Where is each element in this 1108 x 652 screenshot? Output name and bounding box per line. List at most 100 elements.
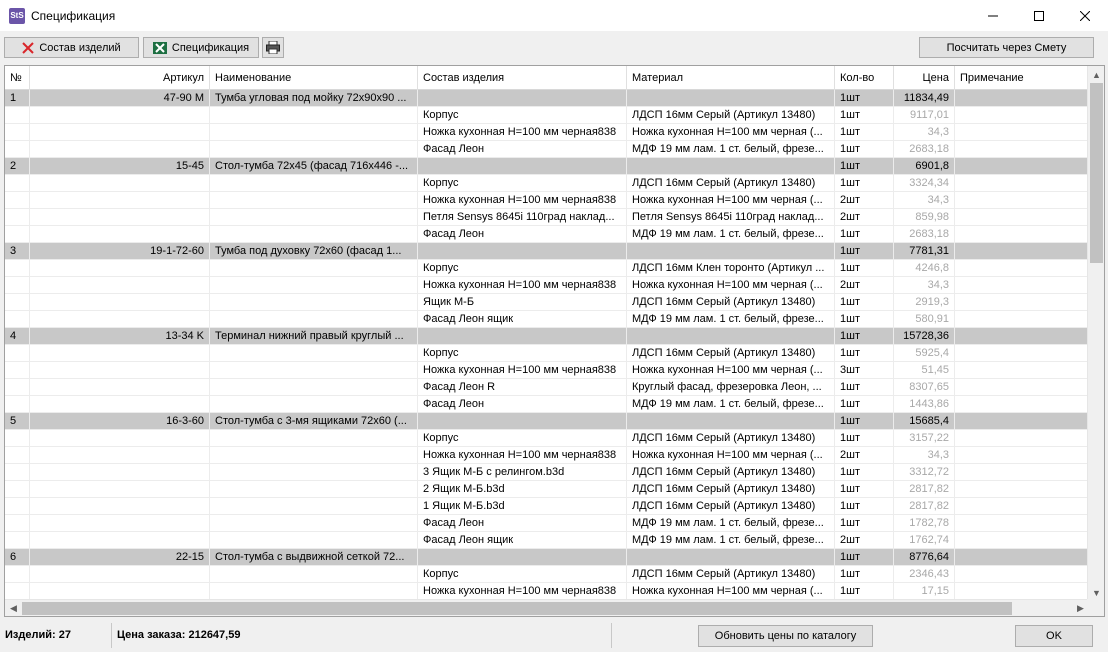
app-logo-icon: StS [9, 7, 25, 24]
minimize-button[interactable] [970, 0, 1016, 31]
cell-qty: 1шт [835, 294, 894, 310]
specification-button[interactable]: Спецификация [143, 37, 259, 58]
cell-number [5, 532, 30, 548]
component-row[interactable]: 3 Ящик М-Б с релингом.b3d ЛДСП 16мм Серый… [5, 464, 1089, 481]
ok-button[interactable]: OK [1015, 625, 1093, 647]
cell-part: Фасад Леон ящик [418, 532, 627, 548]
cell-part: 2 Ящик М-Б.b3d [418, 481, 627, 497]
cell-price: 34,3 [894, 124, 955, 140]
cell-price: 4246,8 [894, 260, 955, 276]
cell-article [30, 107, 210, 123]
status-divider [111, 623, 112, 648]
maximize-icon [1034, 10, 1044, 21]
header-col-number[interactable]: № [5, 66, 30, 90]
component-row[interactable]: Ножка кухонная H=100 мм черная838 Ножка к… [5, 362, 1089, 379]
cell-number [5, 124, 30, 140]
cell-number [5, 379, 30, 395]
component-row[interactable]: Фасад Леон ящик МДФ 19 мм лам. 1 ст. белы… [5, 311, 1089, 328]
component-row[interactable]: Корпус ЛДСП 16мм Серый (Артикул 13480) 1шт… [5, 345, 1089, 362]
header-col-article[interactable]: Артикул [30, 66, 210, 90]
cell-name [210, 515, 418, 531]
component-row[interactable]: Корпус ЛДСП 16мм Клен торонто (Артикул ..… [5, 260, 1089, 277]
header-col-material[interactable]: Материал [627, 66, 835, 90]
cell-price: 580,91 [894, 311, 955, 327]
product-row[interactable]: 2 15-45 Стол-тумба 72x45 (фасад 716x446 -.… [5, 158, 1089, 175]
cell-part: Фасад Леон [418, 396, 627, 412]
cell-article [30, 464, 210, 480]
cell-note [955, 362, 1089, 378]
table-header: № Артикул Наименование Состав изделия Матери… [5, 66, 1089, 90]
vertical-scrollbar[interactable]: ▲ ▼ [1087, 66, 1104, 601]
cell-name [210, 107, 418, 123]
maximize-button[interactable] [1016, 0, 1062, 31]
cell-qty: 1шт [835, 430, 894, 446]
component-row[interactable]: Корпус ЛДСП 16мм Серый (Артикул 13480) 1шт… [5, 107, 1089, 124]
component-row[interactable]: Ножка кухонная H=100 мм черная838 Ножка к… [5, 124, 1089, 141]
cell-number [5, 362, 30, 378]
product-row[interactable]: 4 13-34 K Терминал нижний правый круглый .… [5, 328, 1089, 345]
component-row[interactable]: 2 Ящик М-Б.b3d ЛДСП 16мм Серый (Артикул 1… [5, 481, 1089, 498]
cell-material: МДФ 19 мм лам. 1 ст. белый, фрезе... [627, 226, 835, 242]
component-row[interactable]: Ящик М-Б ЛДСП 16мм Серый (Артикул 13480) 1… [5, 294, 1089, 311]
cell-material [627, 549, 835, 565]
header-col-name[interactable]: Наименование [210, 66, 418, 90]
cell-article [30, 515, 210, 531]
component-row[interactable]: Фасад Леон ящик МДФ 19 мм лам. 1 ст. белы… [5, 532, 1089, 549]
cell-qty: 1шт [835, 226, 894, 242]
component-row[interactable]: Ножка кухонная H=100 мм черная838 Ножка к… [5, 277, 1089, 294]
component-row[interactable]: Корпус ЛДСП 16мм Серый (Артикул 13480) 1шт… [5, 566, 1089, 583]
header-col-part[interactable]: Состав изделия [418, 66, 627, 90]
cell-price: 3312,72 [894, 464, 955, 480]
component-row[interactable]: Фасад Леон МДФ 19 мм лам. 1 ст. белый, фр… [5, 226, 1089, 243]
cell-material: МДФ 19 мм лам. 1 ст. белый, фрезе... [627, 396, 835, 412]
update-prices-button[interactable]: Обновить цены по каталогу [698, 625, 873, 647]
cell-note [955, 107, 1089, 123]
product-row[interactable]: 3 19-1-72-60 Тумба под духовку 72x60 (фаса… [5, 243, 1089, 260]
component-row[interactable]: Петля Sensys 8645i 110град наклад... Петл… [5, 209, 1089, 226]
product-row[interactable]: 1 47-90 M Тумба угловая под мойку 72x90x90… [5, 90, 1089, 107]
component-row[interactable]: Фасад Леон МДФ 19 мм лам. 1 ст. белый, фр… [5, 141, 1089, 158]
close-button[interactable] [1062, 0, 1108, 31]
calc-estimate-button[interactable]: Посчитать через Смету [919, 37, 1094, 58]
delete-cross-icon [22, 41, 35, 54]
cell-material [627, 413, 835, 429]
scroll-up-arrow-icon[interactable]: ▲ [1088, 66, 1104, 83]
cell-price: 6901,8 [894, 158, 955, 174]
vertical-scroll-thumb[interactable] [1090, 83, 1103, 263]
cell-article [30, 345, 210, 361]
component-row[interactable]: 1 Ящик М-Б.b3d ЛДСП 16мм Серый (Артикул 1… [5, 498, 1089, 515]
cell-number [5, 294, 30, 310]
scroll-left-arrow-icon[interactable]: ◀ [5, 600, 22, 616]
horizontal-scrollbar[interactable]: ◀ ▶ [5, 599, 1089, 616]
component-row[interactable]: Корпус ЛДСП 16мм Серый (Артикул 13480) 1шт… [5, 175, 1089, 192]
cell-note [955, 481, 1089, 497]
cell-name: Стол-тумба с выдвижной сеткой 72... [210, 549, 418, 565]
print-button[interactable] [262, 37, 284, 58]
window-controls [970, 0, 1108, 31]
cell-price: 2817,82 [894, 498, 955, 514]
product-row[interactable]: 6 22-15 Стол-тумба с выдвижной сеткой 72..… [5, 549, 1089, 566]
cell-part: Фасад Леон [418, 515, 627, 531]
product-row[interactable]: 5 16-3-60 Стол-тумба с 3-мя ящиками 72x60 … [5, 413, 1089, 430]
component-row[interactable]: Ножка кухонная H=100 мм черная838 Ножка к… [5, 583, 1089, 600]
cell-article [30, 532, 210, 548]
cell-number [5, 209, 30, 225]
component-row[interactable]: Корпус ЛДСП 16мм Серый (Артикул 13480) 1шт… [5, 430, 1089, 447]
items-composition-button[interactable]: Состав изделий [4, 37, 139, 58]
cell-material: Ножка кухонная H=100 мм черная (... [627, 124, 835, 140]
header-col-note[interactable]: Примечание [955, 66, 1089, 90]
cell-qty: 1шт [835, 379, 894, 395]
header-col-price[interactable]: Цена [894, 66, 955, 90]
component-row[interactable]: Ножка кухонная H=100 мм черная838 Ножка к… [5, 447, 1089, 464]
cell-note [955, 464, 1089, 480]
component-row[interactable]: Ножка кухонная H=100 мм черная838 Ножка к… [5, 192, 1089, 209]
component-row[interactable]: Фасад Леон МДФ 19 мм лам. 1 ст. белый, фр… [5, 396, 1089, 413]
component-row[interactable]: Фасад Леон R Круглый фасад, фрезеровка Ле… [5, 379, 1089, 396]
horizontal-scroll-thumb[interactable] [22, 602, 1012, 615]
cell-qty: 1шт [835, 583, 894, 599]
component-row[interactable]: Фасад Леон МДФ 19 мм лам. 1 ст. белый, фр… [5, 515, 1089, 532]
header-col-qty[interactable]: Кол-во [835, 66, 894, 90]
cell-name [210, 260, 418, 276]
cell-part: Корпус [418, 430, 627, 446]
cell-material: ЛДСП 16мм Серый (Артикул 13480) [627, 481, 835, 497]
